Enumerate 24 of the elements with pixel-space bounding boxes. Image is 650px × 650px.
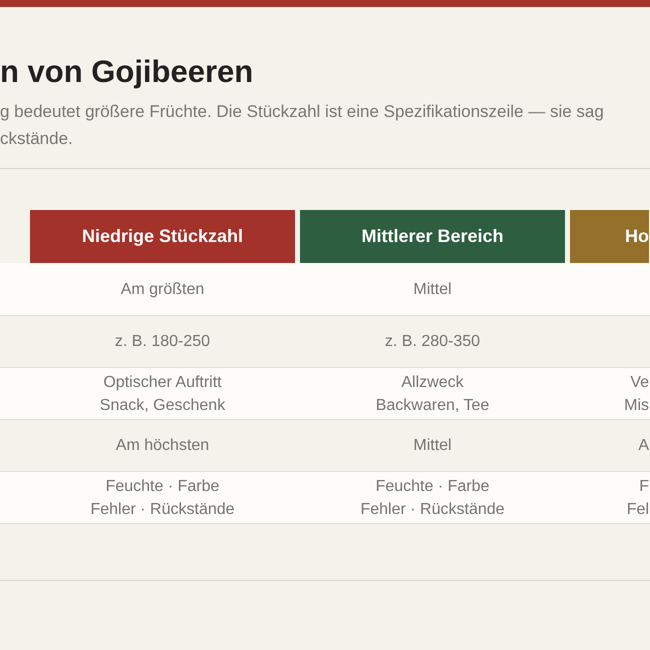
table-cell-text: Feuchte · Farbe: [376, 476, 490, 496]
table-cell-text: Fehler · Rückstände: [360, 500, 505, 520]
table-cell-text: A: [638, 436, 649, 456]
table-cell-text: Mittel: [413, 280, 452, 300]
table-cell-text: z. B. 280-350: [384, 332, 480, 352]
page-title: n von Gojibeeren: [0, 54, 254, 90]
table-cell-text: Mis: [624, 396, 649, 416]
table-cell-text: Fehler · Rückstände: [90, 500, 235, 520]
intro-paragraph: g bedeutet größere Früchte. Die Stückzahl ist eine Spezifikationszeile — sie sag ckstände.: [0, 101, 605, 150]
table-cell-text: F: [639, 476, 649, 496]
table-cell-text: Am höchsten: [116, 436, 210, 456]
table-cell-text: Mittel: [413, 436, 452, 456]
table-cell-text: z. B. 180-250: [114, 332, 210, 352]
table-cell-text: Am größten: [120, 280, 204, 300]
table-cell-text: Snack, Geschenk: [100, 396, 226, 416]
table-cell-text: Ve: [630, 372, 649, 392]
column-header: Ho: [570, 210, 649, 263]
table-cell-text: Allzweck: [401, 372, 464, 392]
table-cell-text: Optischer Auftritt: [103, 372, 222, 392]
column-header: Mittlerer Bereich: [300, 210, 565, 263]
table-cell-text: Backwaren, Tee: [376, 396, 490, 416]
table-cell-text: Fel: [626, 500, 649, 520]
table-cell-text: Feuchte · Farbe: [106, 476, 220, 496]
column-header: Niedrige Stückzahl: [30, 210, 295, 263]
